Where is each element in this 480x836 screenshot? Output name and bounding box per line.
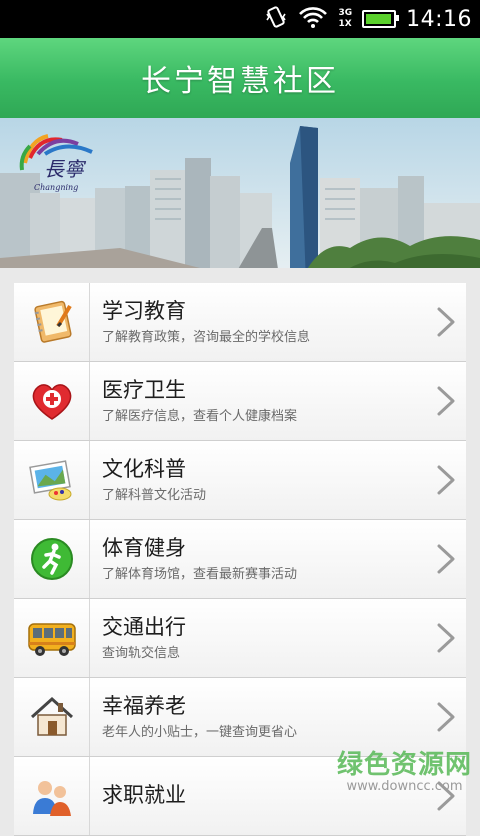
bus-icon	[14, 599, 90, 677]
watermark-sub: www.downcc.com	[346, 779, 463, 794]
network-top-label: 3G	[338, 8, 353, 18]
menu-item[interactable]: 医疗卫生了解医疗信息，查看个人健康档案	[14, 362, 466, 441]
menu-item-title: 幸福养老	[102, 693, 186, 718]
menu-item[interactable]: 交通出行查询轨交信息	[14, 599, 466, 678]
city-skyline-image: 長寧 Changning	[0, 118, 480, 283]
menu-item-text: 体育健身了解体育场馆，查看最新赛事活动	[90, 534, 426, 585]
watermark-main: 绿色资源网	[336, 750, 472, 780]
page-title: 长宁智慧社区	[141, 64, 339, 99]
chevron-right-icon	[426, 701, 466, 733]
title-bar: 长宁智慧社区	[0, 38, 480, 119]
menu-item-desc: 查询轨交信息	[102, 645, 181, 661]
menu-item-title: 文化科普	[102, 456, 186, 481]
menu-item-title: 交通出行	[102, 614, 186, 639]
svg-text:Changning: Changning	[34, 183, 78, 192]
people-icon	[14, 757, 90, 835]
runner-icon	[14, 520, 90, 598]
menu-item-text: 医疗卫生了解医疗信息，查看个人健康档案	[90, 376, 426, 427]
menu-item-text: 学习教育了解教育政策，咨询最全的学校信息	[90, 297, 426, 348]
battery-icon	[362, 10, 400, 28]
picture-palette-icon	[14, 441, 90, 519]
menu-item[interactable]: 文化科普了解科普文化活动	[14, 441, 466, 520]
signal-icon: 3G 1X	[338, 8, 352, 30]
menu-item-desc: 了解科普文化活动	[102, 487, 207, 503]
network-bottom-label: 1X	[338, 19, 352, 29]
menu-item-title: 医疗卫生	[102, 377, 186, 402]
chevron-right-icon	[426, 464, 466, 496]
svg-text:長寧: 長寧	[44, 157, 87, 181]
menu-item-text: 文化科普了解科普文化活动	[90, 455, 426, 506]
menu-item[interactable]: 学习教育了解教育政策，咨询最全的学校信息	[14, 283, 466, 362]
vibrate-icon	[264, 5, 288, 33]
menu-item-title: 体育健身	[102, 535, 186, 560]
wifi-icon	[298, 5, 328, 33]
menu-item-desc: 了解医疗信息，查看个人健康档案	[102, 408, 298, 424]
status-time: 14:16	[406, 6, 472, 32]
menu-item-text: 幸福养老老年人的小贴士，一键查询更省心	[90, 692, 426, 743]
menu-item-desc: 老年人的小贴士，一键查询更省心	[102, 724, 298, 740]
menu-item-desc: 了解体育场馆，查看最新赛事活动	[102, 566, 298, 582]
menu-item-title: 学习教育	[102, 298, 186, 323]
notebook-icon	[14, 283, 90, 361]
chevron-right-icon	[426, 385, 466, 417]
city-banner: 長寧 Changning	[0, 118, 480, 283]
menu-item-text: 交通出行查询轨交信息	[90, 613, 426, 664]
chevron-right-icon	[426, 306, 466, 338]
chevron-right-icon	[426, 622, 466, 654]
menu-item[interactable]: 体育健身了解体育场馆，查看最新赛事活动	[14, 520, 466, 599]
watermark: 绿色资源网 www.downcc.com	[337, 744, 472, 794]
house-icon	[14, 678, 90, 756]
medical-heart-icon	[14, 362, 90, 440]
menu-item-desc: 了解教育政策，咨询最全的学校信息	[102, 329, 311, 345]
status-bar: 3G 1X 14:16	[0, 0, 480, 38]
chevron-right-icon	[426, 543, 466, 575]
